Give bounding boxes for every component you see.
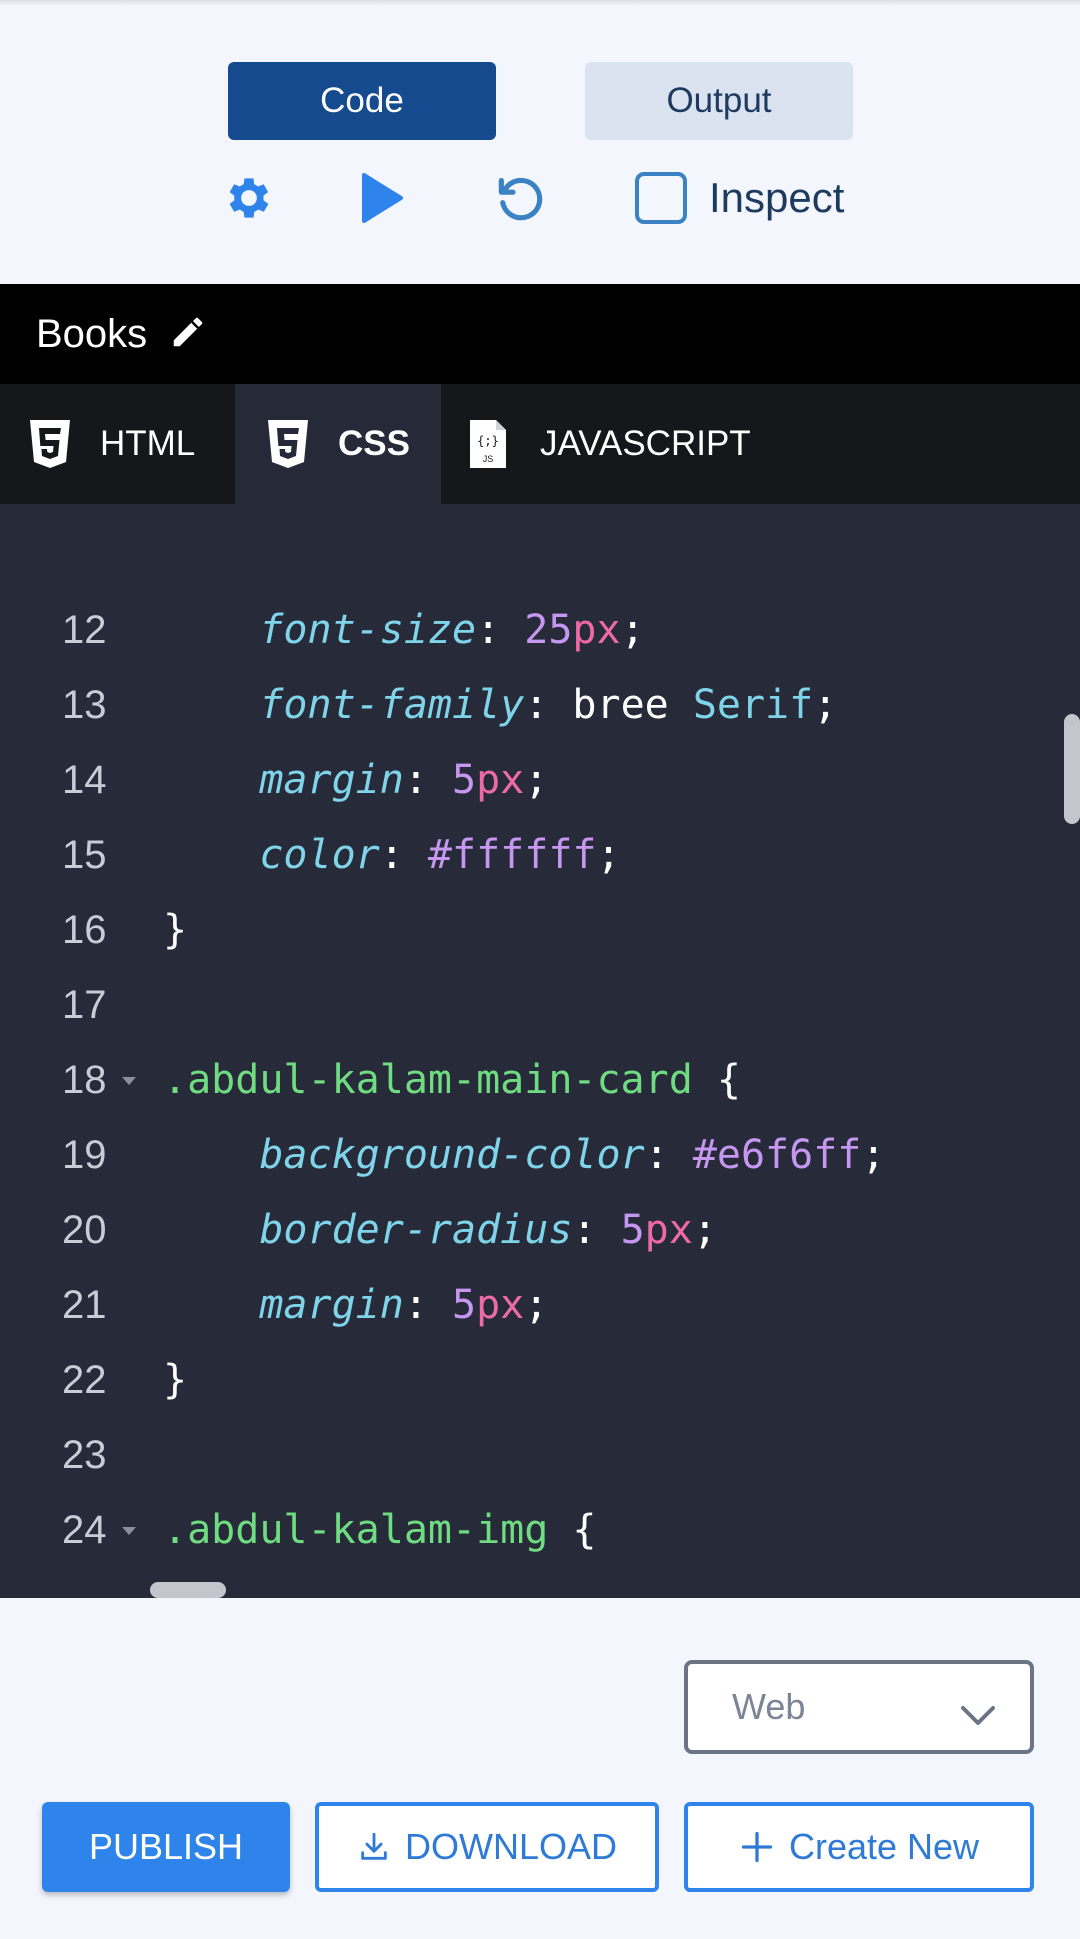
line-number: 15	[62, 833, 107, 877]
code-text: margin: 5px;	[259, 757, 549, 803]
code-editor[interactable]: 12 font-size: 25px; 13 font-family: bree …	[0, 504, 1080, 1598]
download-button[interactable]: DOWNLOAD	[315, 1802, 659, 1892]
tab-javascript[interactable]: {;} JS JAVASCRIPT	[468, 384, 751, 504]
code-line: 16}	[0, 893, 1080, 968]
line-number: 23	[62, 1433, 107, 1477]
code-text: font-size: 25px;	[259, 607, 645, 653]
svg-text:{;}: {;}	[477, 434, 499, 448]
js-file-icon: {;} JS	[468, 418, 512, 470]
run-play-icon[interactable]	[360, 170, 410, 226]
code-text: border-radius: 5px;	[259, 1207, 717, 1253]
code-line: 17	[0, 968, 1080, 1043]
code-line: 19 background-color: #e6f6ff;	[0, 1118, 1080, 1193]
code-line: 14 margin: 5px;	[0, 743, 1080, 818]
tab-javascript-label: JAVASCRIPT	[540, 424, 751, 463]
plus-icon	[741, 1831, 773, 1863]
editor-tabs: HTML CSS {;} JS JAVASCRIPT	[0, 384, 1080, 504]
edit-pencil-icon[interactable]	[169, 313, 207, 356]
code-line: 24 .abdul-kalam-img {	[0, 1493, 1080, 1568]
create-new-label: Create New	[788, 1826, 980, 1867]
horizontal-scrollbar[interactable]	[150, 1582, 226, 1598]
code-text: color: #ffffff;	[259, 832, 621, 878]
settings-gear-icon[interactable]	[222, 170, 276, 226]
fold-arrow-icon[interactable]	[122, 1527, 136, 1535]
inspect-toggle[interactable]: Inspect	[635, 170, 844, 226]
tab-css[interactable]: CSS	[235, 384, 441, 504]
code-line: 20 border-radius: 5px;	[0, 1193, 1080, 1268]
code-line: 23	[0, 1418, 1080, 1493]
code-text: .abdul-kalam-img {	[163, 1507, 597, 1553]
line-number: 21	[62, 1283, 107, 1327]
device-select[interactable]: Web	[684, 1660, 1034, 1754]
code-text: background-color: #e6f6ff;	[259, 1132, 886, 1178]
code-line: 18 .abdul-kalam-main-card {	[0, 1043, 1080, 1118]
code-text: }	[163, 1357, 188, 1403]
html5-icon	[28, 418, 72, 470]
css3-icon	[266, 418, 310, 470]
line-number: 24	[62, 1508, 107, 1552]
line-number: 17	[62, 983, 107, 1027]
tab-html[interactable]: HTML	[28, 384, 195, 504]
line-number: 16	[62, 908, 107, 952]
tab-css-label: CSS	[338, 424, 410, 463]
code-line: 12 font-size: 25px;	[0, 593, 1080, 668]
device-select-value: Web	[732, 1686, 806, 1727]
code-text: margin: 5px;	[259, 1282, 549, 1328]
project-title: Books	[36, 311, 148, 356]
inspect-label: Inspect	[709, 174, 845, 221]
line-number: 12	[62, 608, 107, 652]
inspect-checkbox[interactable]	[635, 172, 687, 224]
line-number: 18	[62, 1058, 107, 1102]
output-view-button[interactable]: Output	[585, 62, 853, 140]
tab-html-label: HTML	[100, 424, 196, 463]
line-number: 13	[62, 683, 107, 727]
line-number: 19	[62, 1133, 107, 1177]
code-text: .abdul-kalam-main-card {	[163, 1057, 741, 1103]
code-text: }	[163, 907, 188, 953]
svg-text:JS: JS	[483, 454, 494, 464]
code-line: 13 font-family: bree Serif;	[0, 668, 1080, 743]
publish-button[interactable]: PUBLISH	[42, 1802, 290, 1892]
vertical-scrollbar[interactable]	[1064, 714, 1080, 824]
download-icon	[361, 1832, 387, 1860]
reset-icon[interactable]	[492, 170, 548, 226]
top-edge-shadow	[0, 0, 1080, 6]
line-number: 20	[62, 1208, 107, 1252]
project-title-bar: Books	[0, 284, 1080, 384]
line-number: 22	[62, 1358, 107, 1402]
line-number: 14	[62, 758, 107, 802]
code-view-button[interactable]: Code	[228, 62, 496, 140]
download-label: DOWNLOAD	[404, 1826, 617, 1867]
code-line: 21 margin: 5px;	[0, 1268, 1080, 1343]
chevron-down-icon	[960, 1694, 996, 1736]
create-new-button[interactable]: Create New	[684, 1802, 1034, 1892]
fold-arrow-icon[interactable]	[122, 1077, 136, 1085]
code-line: 22}	[0, 1343, 1080, 1418]
code-line: 15 color: #ffffff;	[0, 818, 1080, 893]
code-text: font-family: bree Serif;	[259, 682, 838, 728]
